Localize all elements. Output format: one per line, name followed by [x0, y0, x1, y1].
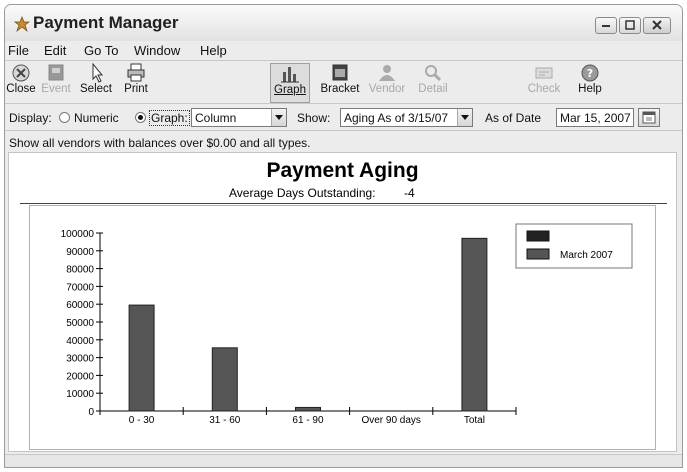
- menu-go-to[interactable]: Go To: [84, 43, 118, 58]
- avg-days-value: -4: [404, 186, 415, 200]
- bracket-label: Bracket: [320, 83, 360, 95]
- menu-file[interactable]: File: [8, 43, 29, 58]
- bar: [211, 347, 238, 412]
- close-button[interactable]: Close: [5, 63, 37, 103]
- event-button[interactable]: Event: [40, 63, 72, 103]
- check-icon: [535, 67, 553, 79]
- vendor-label: Vendor: [368, 83, 406, 95]
- graph-button[interactable]: Graph: [270, 63, 310, 103]
- legend-swatch: [526, 230, 550, 242]
- select-label: Select: [80, 83, 112, 95]
- y-tick-label: 20000: [66, 371, 94, 382]
- show-value: Aging As of 3/15/07: [344, 111, 449, 125]
- maximize-icon: [625, 20, 635, 30]
- y-tick-label: 100000: [61, 229, 95, 240]
- legend-swatch: [526, 248, 550, 260]
- menu-help[interactable]: Help: [200, 43, 227, 58]
- close-icon: [652, 20, 662, 30]
- display-label: Display:: [9, 111, 52, 125]
- detail-button[interactable]: Detail: [415, 63, 451, 103]
- bar: [295, 406, 321, 412]
- graph-type-label[interactable]: Graph:: [149, 110, 190, 126]
- payment-aging-chart: 0 10000 20000 30000 40000 50000 60000 70000 8000…: [61, 223, 633, 426]
- numeric-label[interactable]: Numeric: [74, 111, 119, 125]
- calendar-icon: [642, 111, 656, 124]
- as-of-date-label: As of Date: [485, 111, 542, 125]
- graph-type-select[interactable]: Column: [191, 108, 287, 127]
- legend-label: March 2007: [560, 250, 613, 261]
- x-tick-label: 31 - 60: [209, 415, 241, 426]
- event-icon: [48, 64, 64, 81]
- chart-area: 0 10000 20000 30000 40000 50000 60000 70000 8000…: [29, 205, 656, 450]
- y-tick-label: 70000: [66, 282, 94, 293]
- detail-label: Detail: [418, 83, 448, 95]
- menu-bar: File Edit Go To Window Help: [5, 41, 682, 60]
- close-window-button[interactable]: [643, 17, 671, 34]
- graph-radio[interactable]: [135, 112, 146, 123]
- as-of-date-field[interactable]: Mar 15, 2007: [556, 108, 634, 127]
- y-tick-label: 90000: [66, 247, 94, 258]
- minimize-button[interactable]: [595, 17, 617, 34]
- title-bar: Payment Manager: [5, 5, 682, 41]
- y-tick-label: 0: [88, 407, 94, 418]
- x-tick-label: 61 - 90: [292, 415, 324, 426]
- toolbar: Close Event Select Print Graph Bracket V…: [5, 60, 682, 104]
- magnifier-icon: [425, 65, 442, 82]
- close-circle-icon: [12, 64, 30, 82]
- minimize-icon: [602, 25, 610, 27]
- y-tick-label: 60000: [66, 300, 94, 311]
- bracket-button[interactable]: Bracket: [319, 63, 361, 103]
- chevron-down-icon[interactable]: [271, 109, 286, 126]
- show-select[interactable]: Aging As of 3/15/07: [340, 108, 473, 127]
- graph-label: Graph: [274, 84, 306, 96]
- status-bar: [5, 454, 682, 467]
- print-button[interactable]: Print: [121, 63, 151, 103]
- y-tick-label: 10000: [66, 389, 94, 400]
- select-button[interactable]: Select: [78, 63, 114, 103]
- bar-chart-icon: [281, 67, 299, 83]
- print-label: Print: [124, 83, 148, 95]
- event-label: Event: [41, 83, 71, 95]
- y-tick-label: 30000: [66, 354, 94, 365]
- vendor-icon: [379, 65, 395, 81]
- x-tick-label: Over 90 days: [361, 415, 420, 426]
- bar: [128, 304, 155, 412]
- report-title: Payment Aging: [266, 159, 419, 182]
- chevron-down-icon[interactable]: [457, 109, 472, 126]
- y-tick-label: 50000: [66, 318, 94, 329]
- window-title: Payment Manager: [33, 13, 179, 32]
- cursor-icon: [92, 63, 104, 83]
- filter-description: Show all vendors with balances over $0.0…: [9, 136, 311, 150]
- graph-type-value: Column: [195, 111, 237, 125]
- as-of-date-value: Mar 15, 2007: [560, 111, 631, 125]
- check-button[interactable]: Check: [526, 63, 562, 103]
- svg-text:?: ?: [587, 67, 593, 80]
- menu-window[interactable]: Window: [134, 43, 180, 58]
- avg-days-label: Average Days Outstanding:: [229, 186, 376, 200]
- calendar-icon: [332, 64, 348, 81]
- vendor-button[interactable]: Vendor: [367, 63, 407, 103]
- show-label: Show:: [297, 111, 331, 125]
- menu-edit[interactable]: Edit: [44, 43, 66, 58]
- x-tick-label: Total: [464, 415, 485, 426]
- check-label: Check: [527, 83, 561, 95]
- bar: [461, 237, 488, 412]
- app-icon: [14, 16, 30, 32]
- calendar-button[interactable]: [638, 108, 660, 127]
- numeric-radio[interactable]: [59, 112, 70, 123]
- y-tick-label: 80000: [66, 265, 94, 276]
- y-tick-label: 40000: [66, 336, 94, 347]
- payment-manager-window: Payment Manager File Edit Go To Window H…: [4, 4, 683, 468]
- help-icon: ?: [581, 64, 599, 82]
- options-bar: Display: Numeric Graph: Column Show: Agi…: [5, 105, 682, 131]
- printer-icon: [127, 63, 145, 82]
- close-label: Close: [6, 83, 36, 95]
- report-divider: [20, 203, 667, 204]
- maximize-button[interactable]: [619, 17, 641, 34]
- x-tick-label: 0 - 30: [129, 415, 155, 426]
- help-label: Help: [578, 83, 602, 95]
- help-button[interactable]: ? Help: [575, 63, 605, 103]
